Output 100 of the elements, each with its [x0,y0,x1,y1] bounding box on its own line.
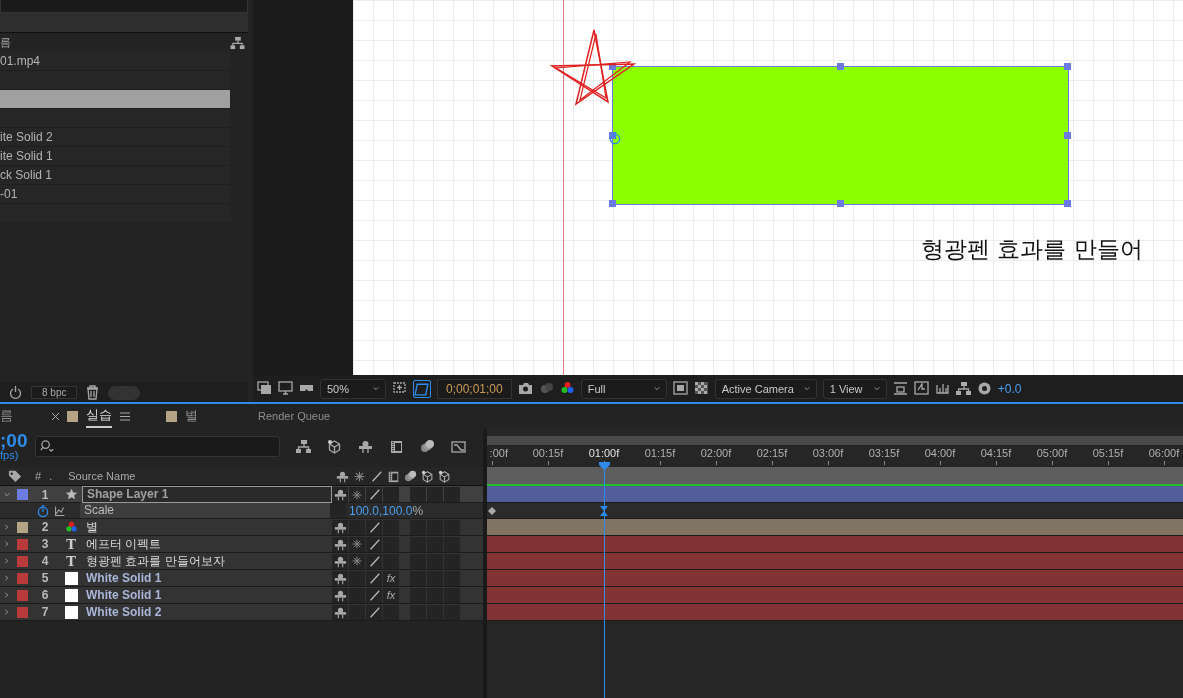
label-swatch[interactable] [16,489,28,500]
layer-row[interactable]: 6 White Solid 1 fx [0,587,483,604]
shy-switch-icon[interactable] [333,537,347,551]
shy-switch-icon[interactable] [333,588,347,602]
layer-row[interactable]: 4 T 형광펜 효과를 만들어보자 [0,553,483,570]
region-icon[interactable] [672,381,688,396]
label-swatch[interactable] [16,572,28,584]
selection-handle[interactable] [1064,131,1071,139]
quality-switch-icon[interactable] [367,554,381,568]
shy-switch-icon[interactable] [336,469,350,483]
layer-row[interactable]: 1 Shape Layer 1 [0,486,483,503]
layer-row[interactable]: 3 T 에프터 이펙트 [0,536,483,553]
search-field[interactable] [35,435,281,457]
layer-duration-bar[interactable] [486,519,1183,536]
flowchart-icon[interactable] [230,36,245,51]
close-icon[interactable] [52,413,59,420]
shy-switch-icon[interactable] [333,520,347,534]
layer-row[interactable]: 2 별 [0,519,483,536]
selection-handle[interactable] [1064,200,1071,207]
label-swatch[interactable] [16,538,28,550]
transparency-grid-icon[interactable] [693,381,709,396]
composition-flow-icon[interactable] [296,438,312,454]
keyframe-icon[interactable] [598,506,609,516]
draft-icon[interactable] [913,381,929,396]
collapse-switch-icon[interactable] [351,538,363,550]
quality-switch-icon[interactable] [370,469,384,483]
label-swatch[interactable] [16,589,28,601]
layer-name[interactable]: Shape Layer 1 [82,486,332,503]
camera-dropdown[interactable]: Active Camera [714,378,817,399]
quality-switch-icon[interactable] [367,605,381,619]
quality-switch-icon[interactable] [367,571,381,585]
layer-name[interactable]: White Solid 2 [82,604,332,620]
layer-name[interactable]: White Solid 1 [82,587,332,603]
switch-cell[interactable] [444,487,460,502]
shy-switch-icon[interactable] [333,571,347,585]
composition-tab[interactable]: Render Queue [258,409,331,424]
mask-view-toggle[interactable] [413,379,431,398]
graph-editor-icon[interactable] [451,438,467,454]
preview-icon[interactable] [257,381,272,396]
rectangle-shape[interactable] [612,66,1069,205]
layer-row[interactable]: 5 White Solid 1 fx [0,570,483,587]
flowchart-icon[interactable] [955,381,971,396]
trash-icon[interactable] [85,385,101,400]
column-header[interactable]: . [49,470,53,482]
selection-handle[interactable] [836,63,844,70]
zoom-dropdown[interactable]: 50% [320,378,386,399]
stopwatch-icon[interactable] [36,503,50,518]
menu-icon[interactable] [120,412,130,421]
label-swatch[interactable] [16,555,28,567]
layer-name[interactable]: 형광펜 효과를 만들어보자 [82,553,332,569]
label-swatch[interactable] [16,606,28,618]
current-time[interactable]: ;00 [0,431,28,450]
playhead-handle[interactable] [598,462,610,470]
shy-switch-icon[interactable] [333,488,347,501]
label-swatch[interactable] [16,521,28,533]
collapse-switch-icon[interactable] [351,555,363,567]
composition-tab[interactable]: 실습 [86,405,112,428]
monitor-icon[interactable] [278,381,293,396]
color-channels-icon[interactable] [559,381,575,396]
exposure-value[interactable]: +0.0 [997,381,1022,396]
motion-blur-switch-icon[interactable] [404,469,418,483]
grid-icon[interactable] [392,381,407,396]
shutter-icon[interactable] [976,381,992,396]
resolution-dropdown[interactable]: Full [580,378,667,399]
layer-name[interactable]: White Solid 1 [82,570,332,586]
interpret-footage-icon[interactable] [8,385,23,400]
snapshot-icon[interactable] [538,381,554,396]
quality-switch-icon[interactable] [367,588,381,602]
3d-layer-icon[interactable] [438,469,452,483]
quality-switch-icon[interactable] [367,520,381,534]
column-header[interactable]: Source Name [68,470,337,482]
layer-row[interactable]: 7 White Solid 2 [0,604,483,621]
composition-tab[interactable]: 별 [185,406,198,427]
shy-switch-icon[interactable] [333,554,347,568]
bit-depth-button[interactable]: 8 bpc [31,386,78,399]
property-value[interactable]: 100.0,100.0 [349,503,413,518]
column-header[interactable]: # [35,470,42,482]
selection-handle[interactable] [609,200,616,207]
layer-name[interactable]: 별 [82,519,332,535]
shy-icon[interactable] [358,438,374,454]
anchor-point-icon[interactable] [608,131,622,145]
frame-blending-icon[interactable] [389,438,405,454]
camera-icon[interactable] [517,381,533,396]
frame-blend-switch-icon[interactable] [387,469,401,483]
project-item[interactable] [0,90,230,109]
timecode-field[interactable]: 0;00;01;00 [437,378,512,399]
bars-icon[interactable] [934,381,950,396]
selection-handle[interactable] [609,131,616,139]
views-dropdown[interactable]: 1 View [822,378,887,399]
switch-cell[interactable] [410,487,426,502]
collapse-switch-icon[interactable] [351,488,363,501]
collapse-switch-icon[interactable] [353,469,367,483]
graph-icon[interactable] [54,505,66,518]
switch-cell[interactable] [427,487,443,502]
selection-handle[interactable] [836,200,844,207]
playhead[interactable] [598,462,610,698]
column-header[interactable]: 름 [0,33,230,52]
selection-handle[interactable] [1064,63,1071,70]
panel-tab[interactable]: 름 [0,406,52,427]
fast-preview-icon[interactable] [892,381,908,396]
